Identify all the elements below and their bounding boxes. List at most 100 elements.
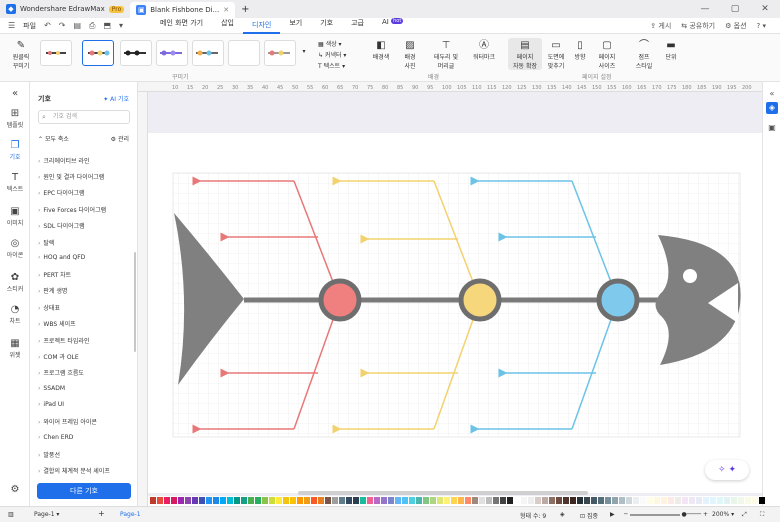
color-swatch[interactable] bbox=[633, 497, 639, 504]
library-item[interactable]: 프로그램 흐름도 bbox=[38, 368, 84, 377]
color-swatch[interactable] bbox=[605, 497, 611, 504]
undo-icon[interactable]: ↶ bbox=[44, 21, 51, 30]
color-swatch[interactable] bbox=[213, 497, 219, 504]
color-swatch[interactable] bbox=[171, 497, 177, 504]
library-item[interactable]: 상태표 bbox=[38, 303, 60, 312]
library-item[interactable]: 말풍선 bbox=[38, 450, 60, 459]
color-swatch[interactable] bbox=[367, 497, 373, 504]
unit-button[interactable]: ▬ 단위 bbox=[662, 40, 680, 61]
library-item[interactable]: 원인 및 결과 다이어그램 bbox=[38, 172, 104, 181]
color-swatch[interactable] bbox=[269, 497, 275, 504]
menu-home[interactable]: 메인 화면 가기 bbox=[151, 18, 212, 34]
color-swatch[interactable] bbox=[409, 497, 415, 504]
rail-templates[interactable]: ⊞ 템플릿 bbox=[0, 108, 30, 129]
layers-icon[interactable]: ◈ bbox=[560, 511, 565, 518]
minimize-button[interactable]: — bbox=[690, 0, 720, 18]
color-swatch[interactable] bbox=[472, 497, 478, 504]
color-swatch[interactable] bbox=[332, 497, 338, 504]
color-swatch[interactable] bbox=[738, 497, 744, 504]
color-swatch[interactable] bbox=[675, 497, 681, 504]
library-item[interactable]: 크리에이티브 라인 bbox=[38, 156, 89, 165]
color-swatch[interactable] bbox=[626, 497, 632, 504]
fullscreen-icon[interactable]: ⛶ bbox=[760, 511, 764, 519]
color-swatch[interactable] bbox=[759, 497, 765, 504]
color-swatch[interactable] bbox=[220, 497, 226, 504]
connector-dropdown[interactable]: ↳ 커넥터 ▾ bbox=[318, 50, 346, 59]
color-swatch[interactable] bbox=[234, 497, 240, 504]
menu-symbols[interactable]: 기호 bbox=[311, 18, 342, 34]
color-swatch[interactable] bbox=[262, 497, 268, 504]
color-swatch[interactable] bbox=[745, 497, 751, 504]
color-swatch[interactable] bbox=[591, 497, 597, 504]
cause-node-blue[interactable] bbox=[596, 278, 640, 322]
page-select-dropdown[interactable]: Page-1 ▾ bbox=[34, 511, 59, 518]
color-swatch[interactable] bbox=[556, 497, 562, 504]
color-swatch[interactable] bbox=[563, 497, 569, 504]
rail-stickers[interactable]: ✿ 스티커 bbox=[0, 272, 30, 293]
color-swatch[interactable] bbox=[612, 497, 618, 504]
color-swatch[interactable] bbox=[682, 497, 688, 504]
horizontal-scrollbar[interactable] bbox=[298, 491, 588, 495]
rail-charts[interactable]: ◔ 차트 bbox=[0, 304, 30, 325]
menu-design[interactable]: 디자인 bbox=[243, 18, 281, 34]
color-swatch[interactable] bbox=[192, 497, 198, 504]
library-item[interactable]: COM 과 OLE bbox=[38, 352, 78, 361]
color-swatch[interactable] bbox=[458, 497, 464, 504]
color-swatch[interactable] bbox=[507, 497, 513, 504]
library-scrollbar[interactable] bbox=[134, 252, 136, 352]
color-swatch[interactable] bbox=[465, 497, 471, 504]
color-swatch[interactable] bbox=[374, 497, 380, 504]
ai-sparkle-icon[interactable]: ✦ bbox=[728, 465, 736, 475]
color-swatch[interactable] bbox=[500, 497, 506, 504]
color-swatch[interactable] bbox=[388, 497, 394, 504]
color-swatch[interactable] bbox=[304, 497, 310, 504]
color-swatch[interactable] bbox=[430, 497, 436, 504]
page-list-icon[interactable]: ▥ bbox=[8, 511, 14, 518]
document-tab[interactable]: ▣ Blank Fishbone Di... ✕ bbox=[130, 2, 236, 18]
symbol-search-input[interactable]: ⌕ 기호 검색 bbox=[38, 110, 130, 124]
color-swatch[interactable] bbox=[710, 497, 716, 504]
rail-text[interactable]: T 텍스트 bbox=[0, 172, 30, 193]
color-swatch[interactable] bbox=[255, 497, 261, 504]
color-swatch[interactable] bbox=[577, 497, 583, 504]
library-item[interactable]: 탈렉 bbox=[38, 238, 54, 247]
close-window-button[interactable]: ✕ bbox=[750, 0, 780, 18]
color-swatch[interactable] bbox=[360, 497, 366, 504]
color-swatch[interactable] bbox=[178, 497, 184, 504]
ai-tools-icon[interactable]: ✧ bbox=[718, 465, 726, 475]
rail-settings-icon[interactable]: ⚙ bbox=[0, 484, 30, 496]
color-swatch[interactable] bbox=[206, 497, 212, 504]
page-tab[interactable]: Page-1 bbox=[120, 511, 141, 518]
color-swatch[interactable] bbox=[521, 497, 527, 504]
color-swatch[interactable] bbox=[437, 497, 443, 504]
app-tab[interactable]: ◆ Wondershare EdrawMax Pro bbox=[0, 0, 130, 18]
color-swatch[interactable] bbox=[731, 497, 737, 504]
library-item[interactable]: Chen ERD bbox=[38, 434, 73, 441]
color-swatch[interactable] bbox=[339, 497, 345, 504]
cause-node-yellow[interactable] bbox=[458, 278, 502, 322]
color-swatch[interactable] bbox=[486, 497, 492, 504]
more-symbols-button[interactable]: 다른 기호 bbox=[37, 483, 131, 499]
drawing-page[interactable] bbox=[148, 133, 762, 493]
borders-headers-button[interactable]: ⊤ 테두리 및 머리글 bbox=[428, 40, 464, 70]
color-swatch[interactable] bbox=[241, 497, 247, 504]
maximize-button[interactable]: ▢ bbox=[720, 0, 750, 18]
export-icon[interactable]: ⬒ bbox=[103, 21, 111, 30]
new-tab-button[interactable]: + bbox=[235, 0, 255, 18]
menu-advanced[interactable]: 고급 bbox=[342, 18, 373, 34]
watermark-button[interactable]: Ⓐ 워터마크 bbox=[468, 40, 500, 61]
rail-symbols[interactable]: ❐ 기호 bbox=[0, 140, 30, 161]
rail-widgets[interactable]: ▦ 위젯 bbox=[0, 338, 30, 359]
color-swatch[interactable] bbox=[689, 497, 695, 504]
close-tab-icon[interactable]: ✕ bbox=[223, 6, 229, 14]
color-swatch[interactable] bbox=[402, 497, 408, 504]
color-swatch[interactable] bbox=[752, 497, 758, 504]
rail-collapse-icon[interactable]: « bbox=[0, 88, 30, 100]
vertical-ruler[interactable] bbox=[138, 92, 148, 506]
library-item[interactable]: iPad UI bbox=[38, 401, 64, 408]
color-swatch[interactable] bbox=[248, 497, 254, 504]
style-gallery-expand-icon[interactable]: ▾ bbox=[300, 48, 308, 55]
color-swatch[interactable] bbox=[549, 497, 555, 504]
color-swatch[interactable] bbox=[703, 497, 709, 504]
add-page-button[interactable]: + bbox=[98, 509, 105, 518]
